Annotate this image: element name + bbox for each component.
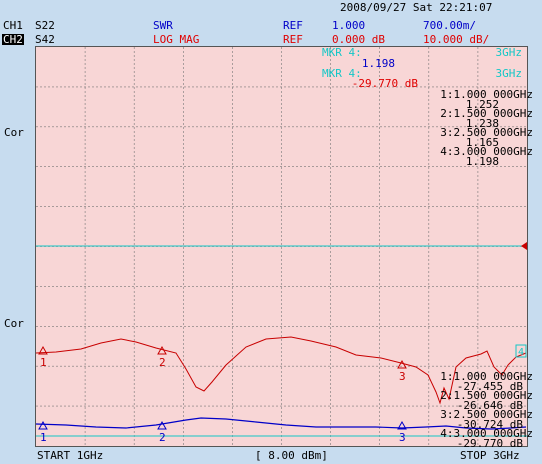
ch1-scale[interactable]: 700.00m/ [423,20,476,31]
ch1-marker-1-label: 1 [40,431,47,444]
ch1-ref-arrow-icon [521,242,527,250]
marker-4-label: 4 [518,347,524,358]
ch2-marker-2-label: 2 [159,356,166,369]
ch1-label[interactable]: CH1 [2,20,24,31]
side-label-upper: Cor [4,126,24,139]
ch1-marker-1: 1 [38,420,48,444]
active-marker-ch2-freq: 3GHz [495,67,523,80]
ch2-marker-row-4-value: -29.770 dB [456,437,523,450]
ch2-marker-1: 1 [38,345,48,369]
side-label-lower: Cor [4,317,24,330]
footer-start[interactable]: START 1GHz [37,450,103,461]
ch1-ref-label: REF [283,19,303,32]
ch2-ref-value[interactable]: 0.000 dB [332,34,385,45]
ch1-marker-2: 2 [157,420,167,444]
active-marker-ch1-freq: 3GHz [495,46,523,59]
datetime: 2008/09/27 Sat 22:21:07 [340,1,493,14]
ch2-marker-1-label: 1 [40,356,47,369]
ch1-marker-2-label: 2 [159,431,166,444]
ch2-format[interactable]: LOG MAG [153,34,199,45]
ch2-param[interactable]: S42 [35,34,55,45]
footer-power[interactable]: [ 8.00 dBm] [255,450,328,461]
active-marker-ch1-label: MKR 4: [322,46,362,59]
ch1-format[interactable]: SWR [153,20,173,31]
ch1-ref-value[interactable]: 1.000 [332,20,365,31]
ch2-label[interactable]: CH2 [2,34,24,45]
ch1-param[interactable]: S22 [35,20,55,31]
ch2-scale[interactable]: 10.000 dB/ [423,34,489,45]
ch2-ref-label: REF [283,33,303,46]
active-marker-ch2-value: -29.770 dB [351,77,418,90]
footer-stop[interactable]: STOP 3GHz [460,450,520,461]
ch1-marker-row-4-value: 1.198 [465,155,499,168]
